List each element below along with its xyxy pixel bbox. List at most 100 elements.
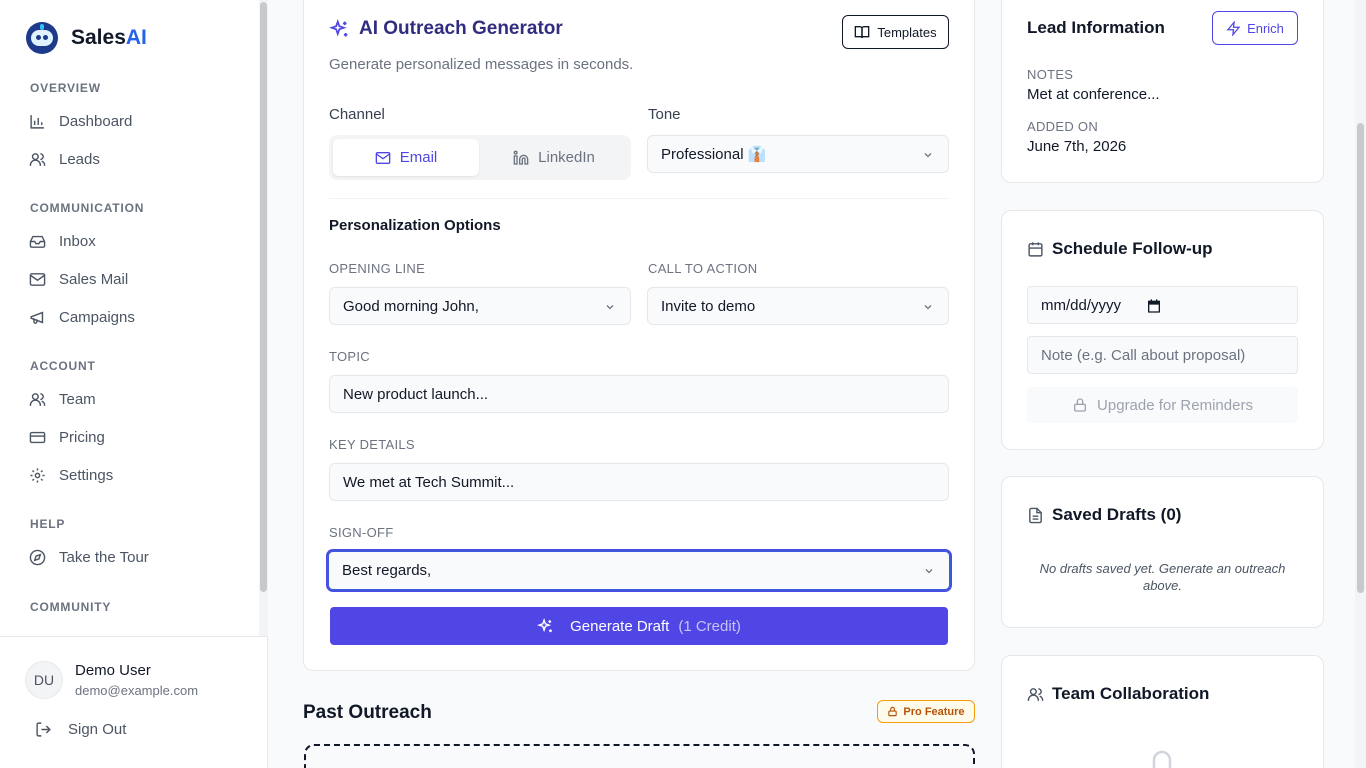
sign-off-select[interactable]: Best regards, bbox=[327, 550, 951, 591]
sidebar-item-label: Settings bbox=[59, 466, 114, 484]
schedule-follow-up-title-text: Schedule Follow-up bbox=[1052, 239, 1213, 258]
lock-icon bbox=[1152, 750, 1172, 768]
compass-icon bbox=[29, 549, 46, 565]
user-name: Demo User bbox=[75, 662, 151, 679]
templates-button[interactable]: Templates bbox=[842, 15, 949, 49]
schedule-follow-up-title: Schedule Follow-up bbox=[1027, 239, 1213, 259]
topic-label: TOPIC bbox=[329, 349, 370, 364]
sidebar-item-label: Pricing bbox=[59, 428, 105, 446]
opening-line-select[interactable]: Good morning John, bbox=[329, 287, 631, 325]
section-title-overview: OVERVIEW bbox=[30, 81, 101, 95]
sidebar-item-label: Campaigns bbox=[59, 308, 135, 326]
chevron-down-icon bbox=[924, 153, 932, 158]
sparkles-icon bbox=[537, 617, 552, 632]
sidebar-item-label: Leads bbox=[59, 150, 100, 168]
lightning-icon bbox=[1226, 20, 1241, 36]
channel-email-option[interactable]: Email bbox=[333, 139, 479, 176]
page-scrollbar[interactable] bbox=[1355, 0, 1366, 768]
key-details-input[interactable]: We met at Tech Summit... bbox=[329, 463, 949, 501]
robot-logo-icon bbox=[26, 22, 58, 54]
sidebar-item-tour[interactable]: Take the Tour bbox=[26, 543, 246, 571]
sign-off-value: Best regards, bbox=[342, 562, 432, 579]
section-title-account: ACCOUNT bbox=[30, 359, 96, 373]
past-outreach-locked-area bbox=[304, 744, 975, 768]
upgrade-reminders-button[interactable]: Upgrade for Reminders bbox=[1027, 387, 1298, 423]
channel-linkedin-label: LinkedIn bbox=[538, 149, 595, 166]
divider bbox=[329, 198, 949, 199]
enrich-button[interactable]: Enrich bbox=[1212, 11, 1298, 45]
chevron-down-icon bbox=[924, 305, 932, 310]
credit-card-icon bbox=[29, 431, 46, 443]
mail-icon bbox=[375, 151, 391, 164]
pro-feature-badge: Pro Feature bbox=[877, 700, 975, 723]
team-collaboration-title: Team Collaboration bbox=[1027, 684, 1209, 704]
templates-label: Templates bbox=[877, 24, 937, 40]
file-text-icon bbox=[1029, 507, 1042, 523]
sidebar-nav: SalesAI OVERVIEW Dashboard Leads COMMUNI… bbox=[0, 0, 258, 636]
linkedin-icon bbox=[513, 150, 529, 165]
sidebar-item-label: Sales Mail bbox=[59, 270, 129, 288]
generate-draft-label: Generate Draft bbox=[570, 617, 670, 635]
cta-select[interactable]: Invite to demo bbox=[647, 287, 949, 325]
sidebar-item-label: Team bbox=[59, 390, 96, 408]
key-details-label: KEY DETAILS bbox=[329, 437, 415, 452]
inbox-icon bbox=[29, 235, 46, 248]
personalization-title: Personalization Options bbox=[329, 217, 501, 234]
cta-label: CALL TO ACTION bbox=[648, 261, 758, 276]
sidebar-item-label: Dashboard bbox=[59, 112, 133, 130]
avatar[interactable]: DU bbox=[25, 661, 63, 699]
sidebar-item-settings[interactable]: Settings bbox=[26, 461, 246, 489]
gear-icon bbox=[30, 467, 45, 483]
user-email: demo@example.com bbox=[75, 683, 199, 698]
sidebar-item-dashboard[interactable]: Dashboard bbox=[26, 107, 246, 135]
sign-out-label: Sign Out bbox=[68, 721, 127, 738]
sidebar-item-pricing[interactable]: Pricing bbox=[26, 423, 246, 451]
generator-subtitle: Generate personalized messages in second… bbox=[329, 56, 634, 73]
lead-information-title: Lead Information bbox=[1027, 18, 1165, 37]
follow-up-date-input[interactable]: mm/dd/yyyy bbox=[1027, 286, 1298, 324]
sidebar-item-campaigns[interactable]: Campaigns bbox=[26, 303, 246, 331]
tone-label: Tone bbox=[648, 106, 681, 123]
added-on-label: ADDED ON bbox=[1027, 119, 1099, 134]
channel-toggle: Email LinkedIn bbox=[329, 135, 631, 180]
users-icon bbox=[1027, 687, 1044, 701]
sidebar-item-inbox[interactable]: Inbox bbox=[26, 227, 246, 255]
sign-off-label: SIGN-OFF bbox=[329, 525, 394, 540]
sidebar-item-sales-mail[interactable]: Sales Mail bbox=[26, 265, 246, 293]
saved-drafts-card bbox=[1001, 476, 1324, 628]
users-icon bbox=[29, 392, 46, 406]
sign-out-button[interactable]: Sign Out bbox=[35, 721, 126, 738]
channel-linkedin-option[interactable]: LinkedIn bbox=[481, 139, 627, 176]
chevron-down-icon bbox=[606, 305, 614, 310]
topic-input[interactable]: New product launch... bbox=[329, 375, 949, 413]
brand-name: SalesAI bbox=[71, 26, 147, 49]
lock-icon bbox=[888, 706, 898, 717]
added-on-value: June 7th, 2026 bbox=[1027, 138, 1127, 155]
enrich-label: Enrich bbox=[1247, 20, 1284, 36]
pro-feature-label: Pro Feature bbox=[903, 705, 965, 718]
opening-line-label: OPENING LINE bbox=[329, 261, 426, 276]
team-collaboration-title-text: Team Collaboration bbox=[1052, 684, 1210, 703]
generate-credit-cost: (1 Credit) bbox=[678, 617, 741, 635]
book-open-icon bbox=[855, 26, 870, 39]
brand[interactable]: SalesAI bbox=[26, 22, 147, 54]
lock-icon bbox=[1074, 398, 1087, 412]
tone-value: Professional 👔 bbox=[661, 146, 767, 163]
sidebar-item-label: Inbox bbox=[59, 232, 96, 250]
sidebar-item-label: Take the Tour bbox=[59, 548, 149, 566]
notes-label: NOTES bbox=[1027, 67, 1074, 82]
calendar-icon[interactable] bbox=[1146, 298, 1162, 314]
section-title-help: HELP bbox=[30, 517, 66, 531]
section-title-community: COMMUNITY bbox=[30, 600, 112, 614]
calendar-icon bbox=[1028, 241, 1043, 257]
follow-up-note-input[interactable]: Note (e.g. Call about proposal) bbox=[1027, 336, 1298, 374]
sidebar: SalesAI OVERVIEW Dashboard Leads COMMUNI… bbox=[0, 0, 268, 768]
key-details-value: We met at Tech Summit... bbox=[343, 473, 515, 491]
sidebar-item-team[interactable]: Team bbox=[26, 385, 246, 413]
generate-draft-button[interactable]: Generate Draft (1 Credit) bbox=[330, 607, 948, 645]
sidebar-scrollbar[interactable] bbox=[259, 0, 268, 636]
tone-select[interactable]: Professional 👔 bbox=[647, 135, 949, 173]
sidebar-item-leads[interactable]: Leads bbox=[26, 145, 246, 173]
bar-chart-icon bbox=[30, 114, 44, 129]
follow-up-date-value: mm/dd/yyyy bbox=[1041, 296, 1122, 314]
